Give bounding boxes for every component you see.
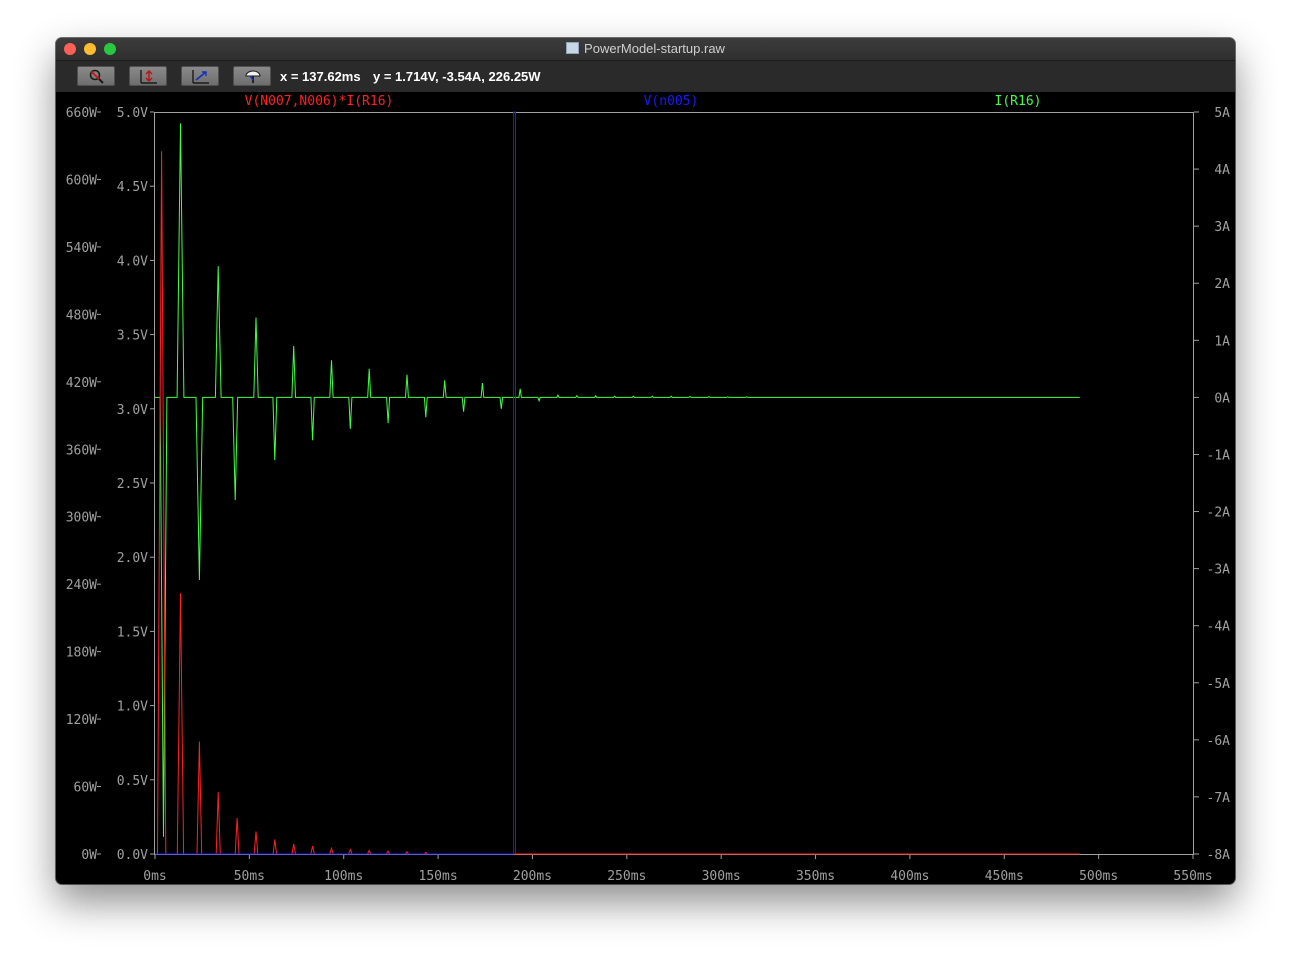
zoom-fit-icon: [192, 70, 209, 84]
time-tick-label: 550ms: [1173, 869, 1212, 884]
probe-icon: [245, 70, 261, 83]
voltage-tick-label: 3.5V: [117, 329, 148, 344]
autorange-button[interactable]: [129, 66, 167, 86]
trace-voltage: [155, 111, 516, 855]
time-tick-label: 200ms: [513, 869, 552, 884]
title-bar[interactable]: PowerModel-startup.raw: [56, 38, 1235, 61]
voltage-tick-label: 3.0V: [117, 403, 148, 418]
current-axis: 5A 4A 3A 2A 1A 0A -1A -2A -3A -4A -5A -6A -7A -8A: [1194, 106, 1230, 863]
power-tick-label: 540W: [66, 241, 97, 256]
current-tick-label: -5A: [1207, 677, 1231, 692]
toolbar: x = 137.62ms y = 1.714V, -3.54A, 226.25W: [56, 61, 1235, 92]
current-tick-label: 0A: [1214, 391, 1230, 406]
power-tick-label: 300W: [66, 511, 97, 526]
current-tick-label: -4A: [1207, 620, 1231, 635]
probe-button[interactable]: [233, 66, 271, 86]
zoom-out-icon: [89, 69, 104, 84]
power-tick-label: 0W: [81, 848, 97, 863]
time-tick-label: 250ms: [607, 869, 646, 884]
trace-label-power[interactable]: V(N007,N006)*I(R16): [245, 94, 394, 109]
time-tick-label: 400ms: [890, 869, 929, 884]
power-tick-label: 360W: [66, 443, 97, 458]
power-axis: 0W 60W 120W 180W 240W 300W 360W 420W 480W 540W 600…: [66, 106, 101, 863]
power-tick-label: 240W: [66, 578, 97, 593]
time-tick-label: 150ms: [419, 869, 458, 884]
voltage-tick-label: 0.0V: [117, 848, 148, 863]
cursor-y-readout: y = 1.714V, -3.54A, 226.25W: [373, 69, 541, 84]
voltage-axis: 0.0V 0.5V 1.0V 1.5V 2.0V 2.5V 3.0V 3.5V 4.0V 4.5V…: [117, 106, 154, 863]
time-tick-label: 450ms: [985, 869, 1024, 884]
power-tick-label: 60W: [74, 781, 98, 796]
current-tick-label: -8A: [1207, 848, 1231, 863]
power-tick-label: 120W: [66, 713, 97, 728]
current-tick-label: 5A: [1214, 106, 1230, 121]
waveform-file-icon: [566, 42, 580, 54]
time-tick-label: 300ms: [702, 869, 741, 884]
power-tick-label: 420W: [66, 376, 97, 391]
voltage-tick-label: 5.0V: [117, 106, 148, 121]
waveform-window: PowerModel-startup.raw x = 137.62ms y = …: [56, 38, 1235, 884]
time-tick-label: 350ms: [796, 869, 835, 884]
current-tick-label: 4A: [1214, 163, 1230, 178]
waveform-plot[interactable]: V(N007,N006)*I(R16) V(n005) I(R16) 0W 60W…: [56, 92, 1235, 884]
current-tick-label: -6A: [1207, 734, 1231, 749]
current-tick-label: 1A: [1214, 334, 1230, 349]
voltage-tick-label: 2.5V: [117, 477, 148, 492]
current-tick-label: 3A: [1214, 220, 1230, 235]
current-tick-label: -7A: [1207, 791, 1231, 806]
time-tick-label: 50ms: [234, 869, 265, 884]
time-tick-label: 100ms: [324, 869, 363, 884]
trace-power: [155, 151, 1080, 855]
zoom-out-button[interactable]: [77, 66, 115, 86]
voltage-tick-label: 4.0V: [117, 254, 148, 269]
zoom-fit-button[interactable]: [181, 66, 219, 86]
window-title-area: PowerModel-startup.raw: [56, 38, 1235, 60]
time-axis: 0ms 50ms 100ms 150ms 200ms 250ms 300ms 350ms 400…: [143, 854, 1213, 884]
trace-current: [155, 123, 1080, 837]
voltage-tick-label: 4.5V: [117, 180, 148, 195]
voltage-tick-label: 2.0V: [117, 551, 148, 566]
voltage-tick-label: 1.0V: [117, 700, 148, 715]
power-tick-label: 180W: [66, 646, 97, 661]
current-tick-label: -1A: [1207, 448, 1231, 463]
voltage-tick-label: 1.5V: [117, 625, 148, 640]
voltage-tick-label: 0.5V: [117, 774, 148, 789]
cursor-x-readout: x = 137.62ms: [280, 69, 361, 84]
trace-label-voltage[interactable]: V(n005): [644, 94, 699, 109]
power-tick-label: 660W: [66, 106, 97, 121]
trace-label-current[interactable]: I(R16): [995, 94, 1042, 109]
plot-frame: [154, 112, 1194, 855]
power-tick-label: 600W: [66, 173, 97, 188]
current-tick-label: 2A: [1214, 277, 1230, 292]
autorange-icon: [140, 70, 157, 84]
current-tick-label: -3A: [1207, 563, 1231, 578]
time-tick-label: 0ms: [143, 869, 166, 884]
power-tick-label: 480W: [66, 308, 97, 323]
current-tick-label: -2A: [1207, 506, 1231, 521]
window-title: PowerModel-startup.raw: [584, 41, 725, 56]
time-tick-label: 500ms: [1079, 869, 1118, 884]
